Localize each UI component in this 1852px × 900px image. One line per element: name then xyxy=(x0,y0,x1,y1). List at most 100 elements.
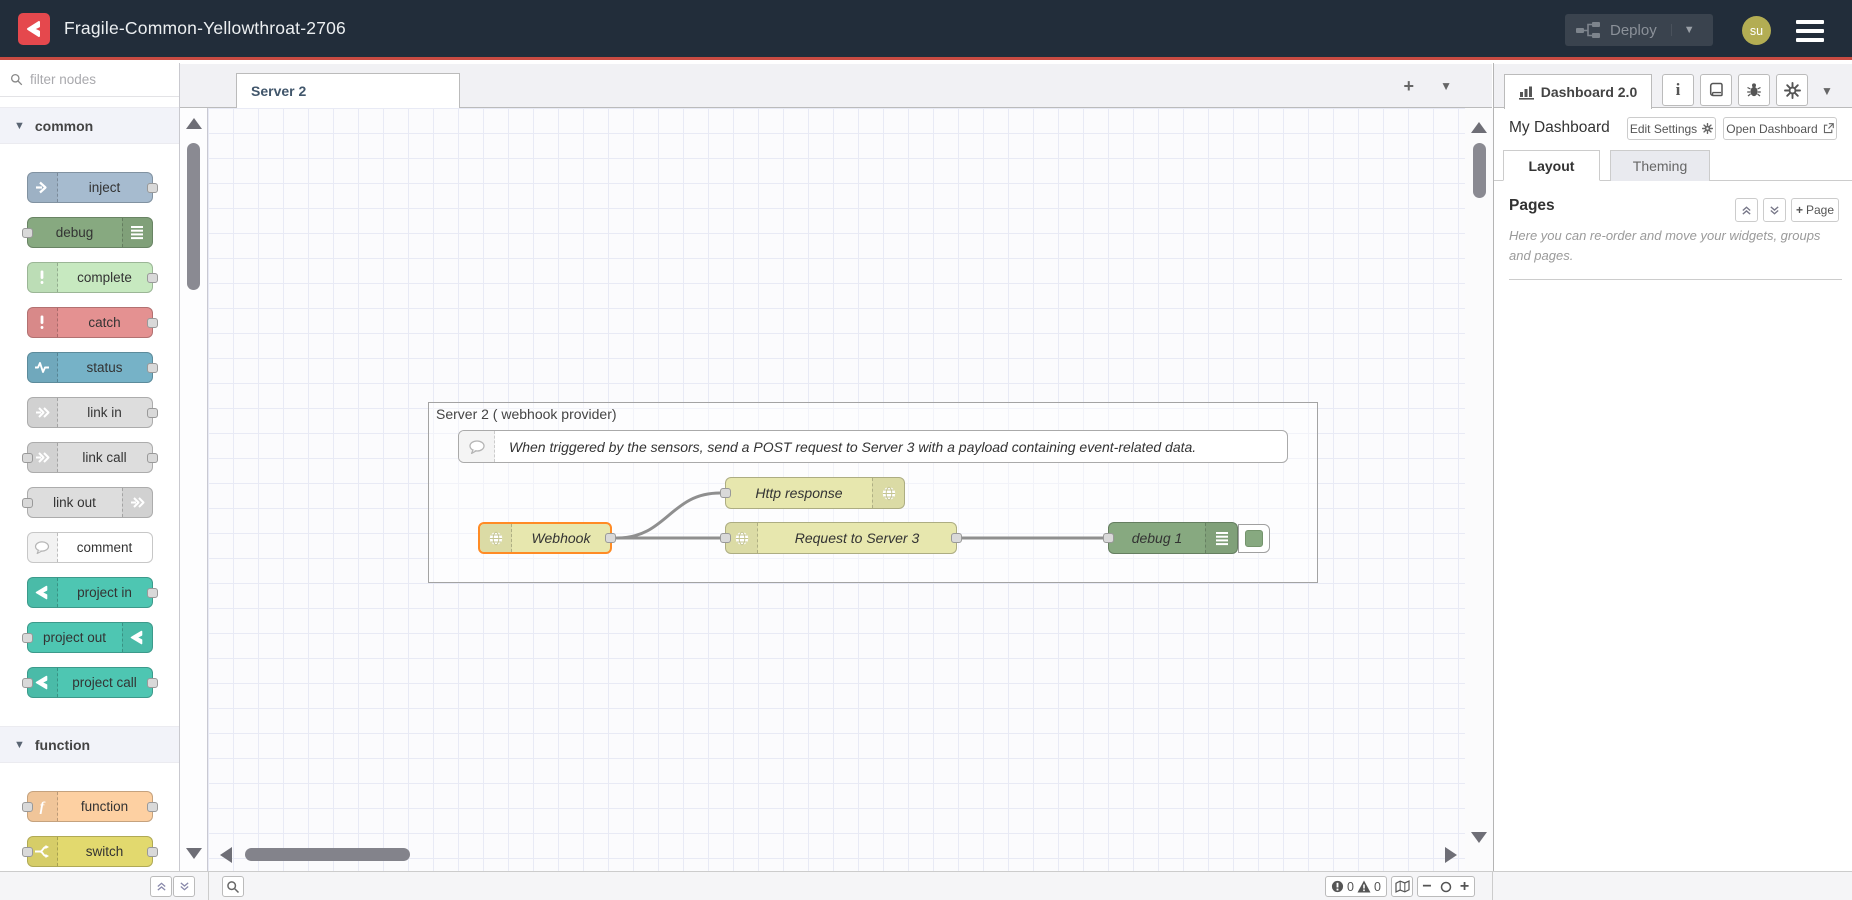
output-port[interactable] xyxy=(147,408,158,418)
input-port[interactable] xyxy=(22,228,33,238)
output-port[interactable] xyxy=(147,273,158,283)
dashboard-subtabs: Layout Theming xyxy=(1494,150,1852,181)
footer-divider xyxy=(208,872,209,900)
node-label: switch xyxy=(58,837,152,866)
palette-node-comment[interactable]: comment xyxy=(27,532,153,563)
palette-scrollbar-thumb[interactable] xyxy=(187,143,200,290)
palette-node-project-call[interactable]: project call xyxy=(27,667,153,698)
flow-node-webhook[interactable]: Webhook xyxy=(478,522,612,554)
palette-node-link-in[interactable]: link in xyxy=(27,397,153,428)
output-port[interactable] xyxy=(147,678,158,688)
scroll-down-arrow[interactable] xyxy=(1471,832,1487,843)
user-avatar[interactable]: su xyxy=(1742,16,1771,45)
output-port[interactable] xyxy=(951,533,962,543)
palette-search[interactable] xyxy=(0,63,179,97)
input-port[interactable] xyxy=(720,488,731,498)
debug-tab-button[interactable] xyxy=(1738,74,1770,106)
chevron-down-icon: ▼ xyxy=(14,120,25,132)
info-tab-button[interactable]: i xyxy=(1662,74,1694,106)
node-label: debug 1 xyxy=(1109,523,1205,553)
output-port[interactable] xyxy=(147,453,158,463)
palette-node-switch[interactable]: switch xyxy=(27,836,153,867)
input-port[interactable] xyxy=(22,802,33,812)
palette-node-inject[interactable]: inject xyxy=(27,172,153,203)
notification-counts[interactable]: 0 0 xyxy=(1325,876,1387,897)
flow-node-http-response[interactable]: Http response xyxy=(725,477,905,509)
palette-category-function[interactable]: ▼function xyxy=(0,726,179,763)
palette-node-function[interactable]: ffunction xyxy=(27,791,153,822)
palette-category-common[interactable]: ▼common xyxy=(0,107,179,144)
input-port[interactable] xyxy=(720,533,731,543)
palette-row: project in xyxy=(0,577,179,622)
canvas-search-button[interactable] xyxy=(222,876,244,897)
main-menu-button[interactable] xyxy=(1796,20,1824,42)
navigator-button[interactable] xyxy=(1391,876,1413,897)
help-tab-button[interactable] xyxy=(1700,74,1732,106)
footer-bar: 0 0 − + xyxy=(0,871,1852,900)
tab-layout[interactable]: Layout xyxy=(1503,150,1600,181)
debug-lines-icon xyxy=(1214,531,1230,546)
flow-node-debug-1[interactable]: debug 1 xyxy=(1108,522,1238,554)
scroll-down-arrow[interactable] xyxy=(186,848,202,859)
flow-node-request-to-server-3[interactable]: Request to Server 3 xyxy=(725,522,957,554)
open-dashboard-button[interactable]: Open Dashboard xyxy=(1723,117,1837,140)
input-port[interactable] xyxy=(22,498,33,508)
tab-theming[interactable]: Theming xyxy=(1610,150,1710,181)
deploy-button[interactable]: Deploy ▼ xyxy=(1565,14,1713,46)
canvas-vertical-scrollbar[interactable] xyxy=(1465,108,1493,871)
output-port[interactable] xyxy=(147,318,158,328)
palette-node-project-in[interactable]: project in xyxy=(27,577,153,608)
palette-node-link-call[interactable]: link call xyxy=(27,442,153,473)
input-port[interactable] xyxy=(22,633,33,643)
output-port[interactable] xyxy=(147,802,158,812)
palette-node-debug[interactable]: debug xyxy=(27,217,153,248)
deploy-dropdown-caret[interactable]: ▼ xyxy=(1671,24,1695,36)
palette-node-project-out[interactable]: project out xyxy=(27,622,153,653)
input-port[interactable] xyxy=(22,678,33,688)
input-port[interactable] xyxy=(1103,533,1114,543)
edit-settings-label: Edit Settings xyxy=(1630,122,1697,136)
node-red-editor: Fragile-Common-Yellowthroat-2706 Deploy … xyxy=(0,0,1852,900)
search-icon xyxy=(10,73,23,86)
palette-node-status[interactable]: status xyxy=(27,352,153,383)
palette-collapse-all-button[interactable] xyxy=(150,876,172,897)
palette-node-link-out[interactable]: link out xyxy=(27,487,153,518)
output-port[interactable] xyxy=(147,847,158,857)
workspace-tab-server-2[interactable]: Server 2 xyxy=(236,73,460,108)
page-move-up-button[interactable] xyxy=(1735,198,1758,222)
sidebar-tabs-caret[interactable]: ▼ xyxy=(1821,84,1833,98)
canvas-scrollbar-thumb[interactable] xyxy=(1473,143,1486,198)
output-port[interactable] xyxy=(605,533,616,543)
output-port[interactable] xyxy=(147,183,158,193)
link-arrow-icon-holder xyxy=(28,398,58,427)
scroll-up-arrow[interactable] xyxy=(1471,122,1487,133)
add-flow-button[interactable]: + xyxy=(1403,76,1414,97)
config-tab-button[interactable] xyxy=(1776,74,1808,106)
zoom-out-button[interactable]: − xyxy=(1417,876,1437,897)
palette-expand-all-button[interactable] xyxy=(173,876,195,897)
debug-enable-toggle[interactable] xyxy=(1238,524,1270,553)
bug-icon xyxy=(1746,82,1762,98)
palette-filter-input[interactable] xyxy=(30,72,160,87)
add-page-button[interactable]: + Page xyxy=(1791,198,1839,222)
output-port[interactable] xyxy=(147,363,158,373)
input-port[interactable] xyxy=(22,847,33,857)
palette-row: switch xyxy=(0,836,179,871)
scroll-up-arrow[interactable] xyxy=(186,118,202,129)
palette-node-complete[interactable]: complete xyxy=(27,262,153,293)
flow-canvas[interactable]: Server 2 ( webhook provider) When trigge… xyxy=(208,108,1465,871)
search-icon xyxy=(226,880,240,894)
output-port[interactable] xyxy=(147,588,158,598)
page-move-down-button[interactable] xyxy=(1763,198,1786,222)
flow-list-caret[interactable]: ▼ xyxy=(1440,79,1452,93)
edit-settings-button[interactable]: Edit Settings xyxy=(1627,117,1716,140)
zoom-in-button[interactable]: + xyxy=(1455,876,1475,897)
node-label: status xyxy=(58,353,152,382)
zoom-reset-button[interactable] xyxy=(1436,876,1456,897)
chevron-down-icon: ▼ xyxy=(14,739,25,751)
input-port[interactable] xyxy=(22,453,33,463)
chevrons-up-icon xyxy=(156,881,167,892)
sidebar-tab-dashboard[interactable]: Dashboard 2.0 xyxy=(1504,74,1652,109)
palette-node-catch[interactable]: catch xyxy=(27,307,153,338)
palette-scrollbar[interactable] xyxy=(180,108,208,871)
